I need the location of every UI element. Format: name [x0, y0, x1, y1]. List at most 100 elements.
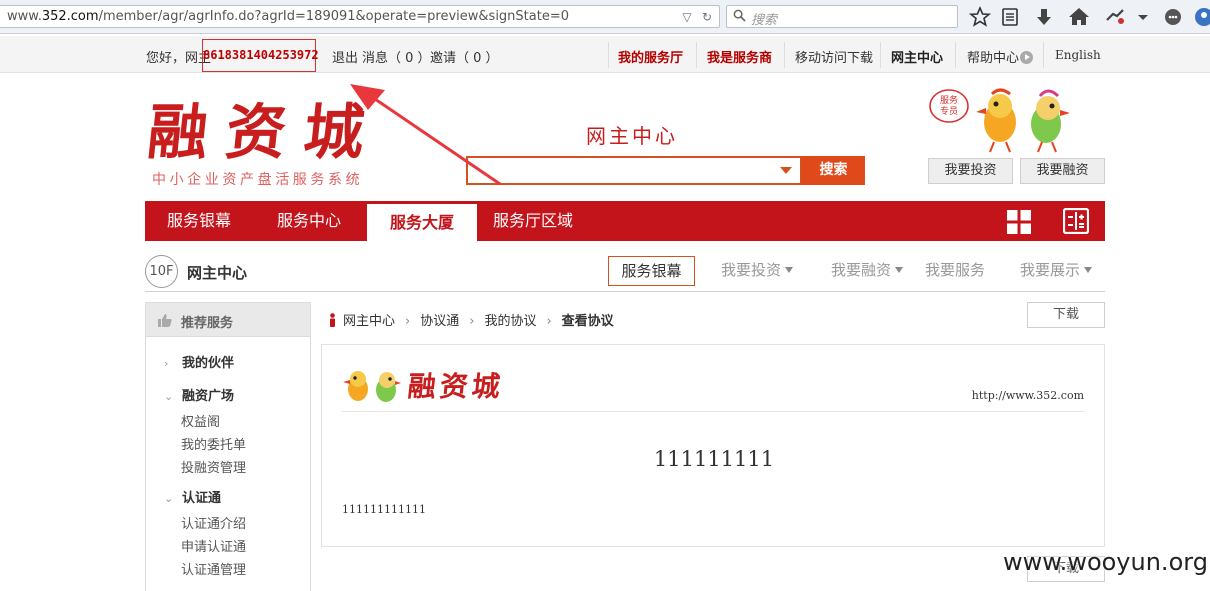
sidebar-header: 推荐服务 [146, 303, 310, 337]
nav-divider [784, 42, 785, 68]
grid-icon[interactable] [1007, 210, 1031, 234]
watermark-text: www.wooyun.org [1003, 548, 1208, 576]
mascot-birds-image: 服务 专员 [929, 88, 1070, 153]
tab-finance[interactable]: 我要融资 [831, 256, 904, 286]
tab-invest-label: 我要投资 [721, 261, 782, 279]
sidebar-group-label: 认证通 [182, 491, 222, 506]
chevron-right-icon: › [405, 314, 411, 329]
sidebar-group-label: 融资广场 [182, 389, 235, 404]
menu-dropdown-icon[interactable] [1131, 5, 1155, 29]
document-divider [342, 411, 1084, 412]
chevron-right-icon: › [164, 357, 169, 370]
bookmark-star-icon[interactable] [968, 5, 992, 29]
tab-service-screen[interactable]: 服务银幕 [608, 256, 695, 286]
sidebar-group-certification[interactable]: ⌄ 认证通 [164, 487, 221, 506]
chevron-right-icon: › [469, 314, 475, 329]
nav-divider [696, 42, 697, 68]
reading-list-icon[interactable] [998, 5, 1022, 29]
page-root: www.352.com/member/agr/agrInfo.do?agrId=… [0, 0, 1210, 591]
download-button-top[interactable]: 下载 [1027, 302, 1105, 328]
user-phone-link[interactable]: 8618381404253972 [202, 39, 319, 72]
profile-icon[interactable] [1192, 5, 1210, 29]
logo-subtitle: 中小企业资产盘活服务系统 [152, 172, 364, 188]
breadcrumb-owner-center[interactable]: 网主中心 [343, 314, 395, 329]
browser-search-placeholder: 搜索 [751, 13, 778, 28]
breadcrumb: 网主中心 › 协议通 › 我的协议 › 查看协议 [328, 310, 614, 329]
search-category-caret-icon[interactable] [780, 167, 792, 174]
floor-bar: 10F 网主中心 服务银幕 我要投资 我要融资 我要服务 我要展示 [145, 254, 1105, 292]
document-site-url: http://www.352.com [971, 389, 1084, 402]
chat-icon[interactable] [1161, 5, 1185, 29]
chevron-down-icon [1084, 267, 1093, 273]
sidebar-item-cert-intro[interactable]: 认证通介绍 [181, 513, 246, 532]
tab-invest[interactable]: 我要投资 [721, 256, 794, 286]
url-dropdown-icon[interactable]: ▽ [679, 8, 695, 26]
mobile-download-link[interactable]: 移动访问下载 [795, 47, 873, 66]
reload-icon[interactable]: ↻ [699, 8, 715, 26]
browser-toolbar: www.352.com/member/agr/agrInfo.do?agrId=… [0, 0, 1210, 34]
address-url: www.352.com/member/agr/agrInfo.do?agrId=… [7, 9, 569, 24]
chevron-down-icon: ⌄ [164, 390, 174, 403]
mascot-badge-line1: 服务 [940, 94, 958, 106]
document-body: 111111111111 [342, 503, 426, 516]
mascot-badge-line2: 专员 [940, 105, 958, 117]
sidebar: 推荐服务 › 我的伙伴 ⌄ 融资广场 权益阁 我的委托单 投融资管理 ⌄ 认证通 认证… [145, 302, 311, 591]
menu-item-service-center[interactable]: 服务中心 [263, 201, 355, 241]
chevron-right-icon: › [546, 314, 552, 329]
breadcrumb-my-agreements[interactable]: 我的协议 [484, 314, 536, 329]
browser-search-input[interactable]: 搜索 [726, 5, 958, 28]
play-icon [1020, 51, 1034, 64]
tab-showcase[interactable]: 我要展示 [1020, 256, 1093, 286]
tab-finance-label: 我要融资 [831, 261, 892, 279]
floor-title: 网主中心 [187, 264, 248, 282]
nav-divider [608, 42, 609, 68]
main-search-button[interactable]: 搜索 [802, 156, 865, 185]
finance-button[interactable]: 我要融资 [1020, 158, 1105, 184]
agreement-document: 融资城 http://www.352.com 111111111 1111111… [321, 344, 1105, 547]
menu-item-service-hall-area[interactable]: 服务厅区域 [485, 201, 581, 241]
sidebar-item-cert-manage[interactable]: 认证通管理 [181, 559, 246, 578]
sidebar-group-finance-plaza[interactable]: ⌄ 融资广场 [164, 385, 234, 404]
header-title: 网主中心 [586, 124, 678, 148]
sidebar-group-partners[interactable]: › 我的伙伴 [164, 352, 234, 371]
menu-item-service-building[interactable]: 服务大厦 [367, 201, 477, 241]
nav-divider [1043, 42, 1044, 68]
extension-icon[interactable] [1103, 5, 1127, 29]
sidebar-item-cert-apply[interactable]: 申请认证通 [181, 536, 246, 555]
sidebar-item-equity[interactable]: 权益阁 [181, 411, 220, 430]
sidebar-item-investment-management[interactable]: 投融资管理 [181, 457, 246, 476]
nav-divider [880, 42, 881, 68]
sidebar-item-orders[interactable]: 我的委托单 [181, 434, 246, 453]
english-link[interactable]: English [1055, 48, 1101, 62]
site-logo[interactable]: 融资城 中小企业资产盘活服务系统 [144, 98, 385, 188]
main-menu: 服务银幕 服务中心 服务大厦 服务厅区域 [145, 201, 1105, 241]
person-icon [330, 313, 335, 327]
help-center-link[interactable]: 帮助中心 [967, 47, 1034, 66]
address-bar[interactable]: www.352.com/member/agr/agrInfo.do?agrId=… [0, 5, 720, 28]
floor-badge: 10F [145, 255, 178, 288]
sidebar-title: 推荐服务 [181, 316, 234, 331]
messages-link[interactable]: 消息（ 0 ） [362, 47, 431, 66]
invites-link[interactable]: 邀请（ 0 ） [430, 47, 499, 66]
download-icon[interactable] [1032, 5, 1056, 29]
help-center-label: 帮助中心 [967, 51, 1020, 66]
nav-divider [955, 42, 956, 68]
top-nav: 您好，网主 8618381404253972 退出 消息（ 0 ） 邀请（ 0 … [0, 36, 1210, 73]
breadcrumb-current: 查看协议 [561, 314, 614, 329]
thumbs-up-icon [158, 314, 172, 327]
document-title: 111111111 [653, 447, 775, 471]
owner-center-link[interactable]: 网主中心 [891, 47, 943, 66]
calculator-icon[interactable] [1063, 208, 1089, 234]
search-icon [733, 9, 746, 22]
tab-service[interactable]: 我要服务 [925, 256, 985, 286]
menu-item-service-screen[interactable]: 服务银幕 [153, 201, 245, 241]
main-search-input[interactable] [466, 156, 802, 185]
chevron-down-icon [785, 267, 794, 273]
my-service-hall-link[interactable]: 我的服务厅 [618, 47, 683, 66]
invest-button[interactable]: 我要投资 [928, 158, 1013, 184]
breadcrumb-agreement[interactable]: 协议通 [420, 314, 459, 329]
service-provider-link[interactable]: 我是服务商 [707, 47, 772, 66]
logout-link[interactable]: 退出 [332, 47, 358, 66]
document-brand: 融资城 [406, 370, 506, 403]
home-icon[interactable] [1067, 5, 1091, 29]
